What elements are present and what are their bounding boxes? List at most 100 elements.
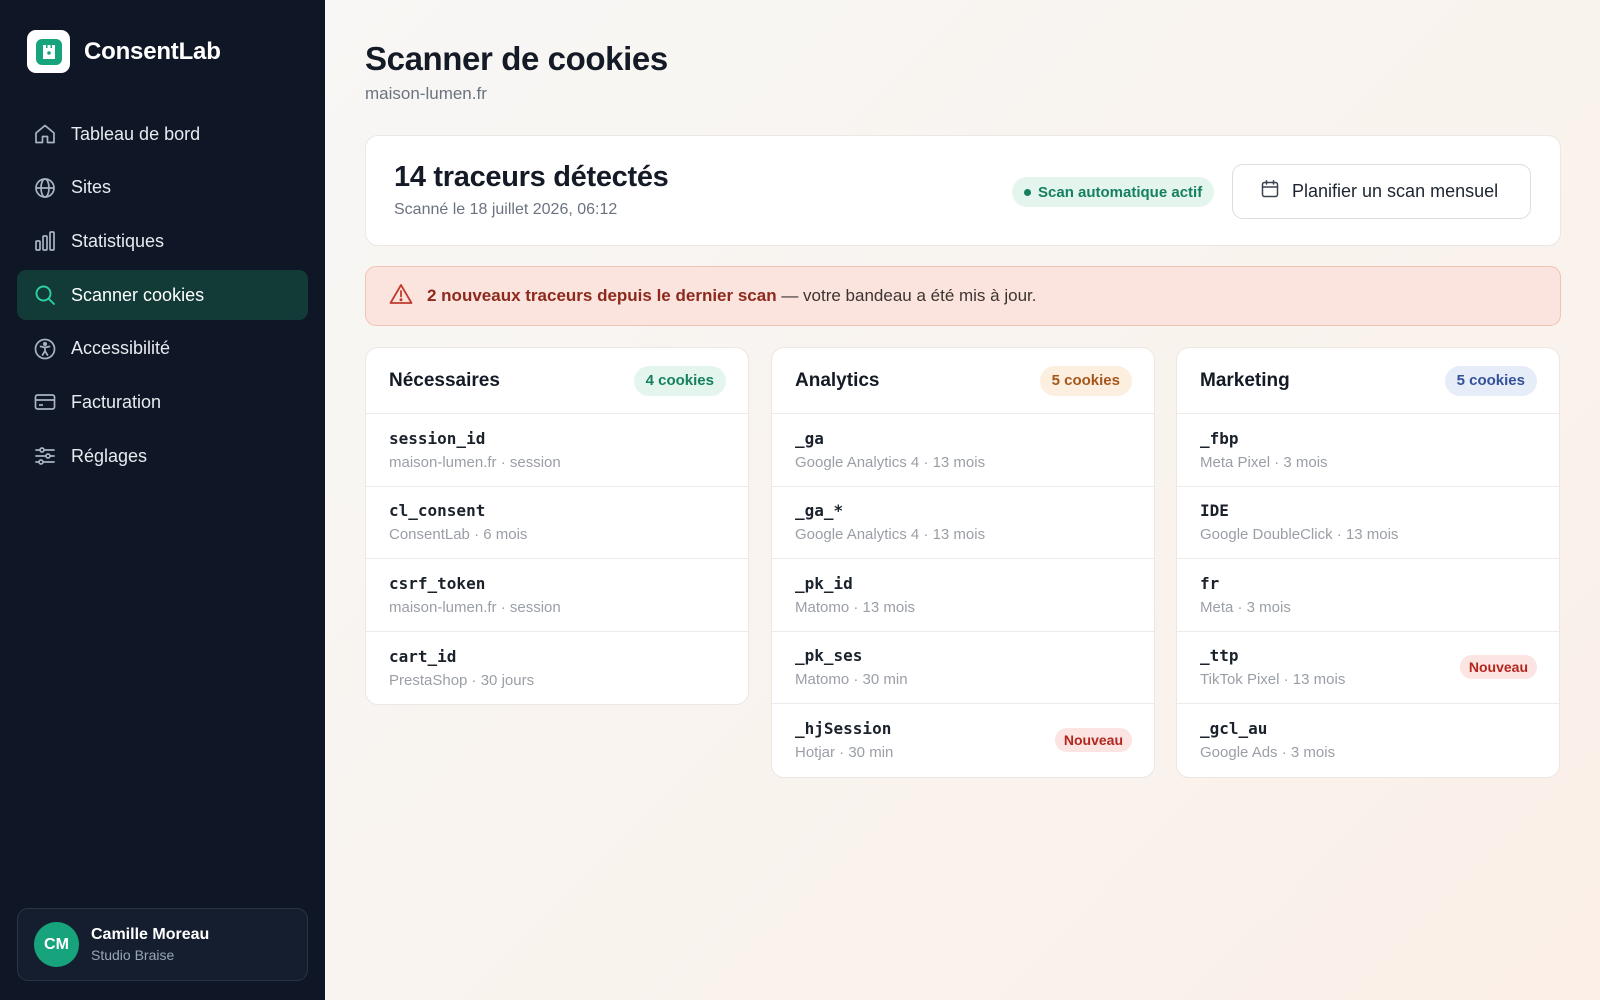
cookie-name: fr — [1200, 573, 1220, 593]
cookie-name: _ga — [795, 428, 824, 448]
cookie-meta: Google Ads · 3 mois — [1200, 744, 1336, 762]
scan-date: Scanné le 18 juillet 2026, 06:12 — [394, 201, 618, 218]
alert-message: 2 nouveaux traceurs depuis le dernier sc… — [427, 286, 1036, 306]
cookie-row[interactable]: fr Meta · 3 mois — [1177, 559, 1559, 632]
cookie-categories: Nécessaires 4 cookies session_id maison-l… — [365, 347, 1561, 778]
schedule-scan-button[interactable]: Planifier un scan mensuel — [1232, 164, 1531, 219]
warning-icon — [389, 283, 413, 310]
home-icon — [33, 122, 57, 146]
cookie-count-badge: 4 cookies — [633, 365, 726, 396]
main-content: Scanner de cookies maison-lumen.fr 14 tr… — [325, 0, 1600, 1000]
sidebar-item-reglages[interactable]: Réglages — [17, 431, 308, 481]
sidebar-item-label: Facturation — [71, 391, 162, 412]
status-dot-icon — [1024, 188, 1031, 196]
new-badge: Nouveau — [1054, 728, 1132, 753]
cookie-name: _gcl_au — [1200, 719, 1268, 739]
cookie-row[interactable]: cart_id PrestaShop · 30 jours — [366, 632, 748, 705]
bar-chart-icon — [33, 229, 57, 253]
scan-summary-card: 14 traceurs détectés Scanné le 18 juille… — [365, 135, 1561, 246]
tracker-count-title: 14 traceurs détectés — [394, 161, 669, 193]
cookie-row[interactable]: _fbp Meta Pixel · 3 mois — [1177, 414, 1559, 487]
cookie-meta: Meta · 3 mois — [1200, 598, 1291, 616]
cookie-meta: Matomo · 30 min — [795, 671, 908, 689]
cookie-name: _pk_id — [795, 573, 853, 593]
cookie-name: _hjSession — [795, 719, 892, 739]
sidebar-item-statistiques[interactable]: Statistiques — [17, 216, 308, 266]
cookie-row[interactable]: cl_consent ConsentLab · 6 mois — [366, 487, 748, 559]
sidebar: ConsentLab Tableau de bord Sites Statist… — [0, 0, 325, 1000]
sidebar-item-label: Scanner cookies — [71, 284, 205, 305]
category-title: Marketing — [1200, 369, 1290, 391]
cookie-name: session_id — [389, 428, 486, 448]
globe-icon — [33, 176, 57, 200]
cookie-name: _pk_ses — [795, 646, 863, 666]
cookie-meta: Meta Pixel · 3 mois — [1200, 453, 1328, 471]
cookie-row[interactable]: session_id maison-lumen.fr · session — [366, 414, 748, 487]
sidebar-item-sites[interactable]: Sites — [17, 163, 308, 213]
cookie-row[interactable]: _ga Google Analytics 4 · 13 mois — [772, 414, 1154, 487]
cookie-meta: maison-lumen.fr · session — [389, 453, 561, 471]
auto-scan-badge: Scan automatique actif — [1012, 177, 1215, 207]
cookie-meta: ConsentLab · 6 mois — [389, 526, 528, 544]
consentlab-logo-icon — [27, 30, 70, 73]
cookie-meta: PrestaShop · 30 jours — [389, 671, 535, 689]
site-domain: maison-lumen.fr — [365, 84, 487, 103]
sidebar-item-accessibilite[interactable]: Accessibilité — [17, 324, 308, 374]
cookie-name: _ga_* — [795, 501, 844, 521]
credit-card-icon — [33, 390, 57, 414]
cookie-meta: Google DoubleClick · 13 mois — [1200, 526, 1399, 544]
sidebar-item-label: Statistiques — [71, 230, 165, 251]
cookie-meta: Google Analytics 4 · 13 mois — [795, 526, 986, 544]
sidebar-item-tableau-de-bord[interactable]: Tableau de bord — [17, 109, 308, 159]
category-necessaires: Nécessaires 4 cookies session_id maison-l… — [365, 347, 749, 705]
auto-scan-label: Scan automatique actif — [1038, 183, 1203, 201]
user-card[interactable]: CM Camille Moreau Studio Braise — [17, 908, 308, 981]
cookie-row[interactable]: csrf_token maison-lumen.fr · session — [366, 559, 748, 632]
new-badge: Nouveau — [1459, 655, 1537, 680]
sidebar-item-label: Sites — [71, 177, 112, 198]
cookie-count-badge: 5 cookies — [1444, 365, 1537, 396]
cookie-count-badge: 5 cookies — [1039, 365, 1132, 396]
cookie-name: cl_consent — [389, 501, 486, 521]
cookie-meta: maison-lumen.fr · session — [389, 598, 561, 616]
category-marketing: Marketing 5 cookies _fbp Meta Pixel · 3 m… — [1176, 347, 1560, 778]
cookie-row[interactable]: _hjSession Hotjar · 30 min Nouveau — [772, 704, 1154, 777]
alert-rest: — votre bandeau a été mis à jour. — [776, 286, 1037, 305]
new-trackers-alert: 2 nouveaux traceurs depuis le dernier sc… — [365, 266, 1561, 326]
sliders-icon — [33, 444, 57, 468]
cookie-meta: TikTok Pixel · 13 mois — [1200, 671, 1346, 689]
user-name: Camille Moreau — [91, 926, 210, 943]
sidebar-item-facturation[interactable]: Facturation — [17, 377, 308, 427]
sidebar-item-scanner-cookies[interactable]: Scanner cookies — [17, 270, 308, 321]
cookie-name: IDE — [1200, 501, 1229, 521]
brand-name: ConsentLab — [84, 37, 221, 65]
search-icon — [33, 283, 57, 307]
sidebar-item-label: Accessibilité — [71, 338, 171, 359]
sidebar-item-label: Tableau de bord — [71, 123, 201, 144]
cookie-row[interactable]: _gcl_au Google Ads · 3 mois — [1177, 704, 1559, 777]
avatar: CM — [34, 922, 79, 967]
cookie-row[interactable]: _pk_id Matomo · 13 mois — [772, 559, 1154, 632]
cookie-meta: Hotjar · 30 min — [795, 744, 894, 762]
cookie-row[interactable]: _ttp TikTok Pixel · 13 mois Nouveau — [1177, 632, 1559, 704]
cookie-row[interactable]: _pk_ses Matomo · 30 min — [772, 632, 1154, 704]
category-analytics: Analytics 5 cookies _ga Google Analytics … — [771, 347, 1155, 778]
category-title: Analytics — [795, 369, 880, 391]
cookie-meta: Matomo · 13 mois — [795, 598, 916, 616]
brand[interactable]: ConsentLab — [27, 30, 221, 73]
cookie-name: _ttp — [1200, 646, 1239, 666]
user-org: Studio Braise — [91, 947, 175, 963]
cookie-name: csrf_token — [389, 573, 486, 593]
cookie-row[interactable]: _ga_* Google Analytics 4 · 13 mois — [772, 487, 1154, 559]
sidebar-item-label: Réglages — [71, 445, 148, 466]
schedule-scan-label: Planifier un scan mensuel — [1292, 181, 1499, 201]
category-title: Nécessaires — [389, 369, 500, 391]
cookie-meta: Google Analytics 4 · 13 mois — [795, 453, 986, 471]
calendar-icon — [1260, 179, 1280, 204]
cookie-row[interactable]: IDE Google DoubleClick · 13 mois — [1177, 487, 1559, 559]
cookie-name: cart_id — [389, 646, 457, 666]
accessibility-icon — [33, 337, 57, 361]
alert-strong: 2 nouveaux traceurs depuis le dernier sc… — [427, 286, 777, 305]
page-title: Scanner de cookies — [365, 40, 668, 77]
sidebar-nav: Tableau de bord Sites Statistiques Scann… — [17, 109, 308, 485]
